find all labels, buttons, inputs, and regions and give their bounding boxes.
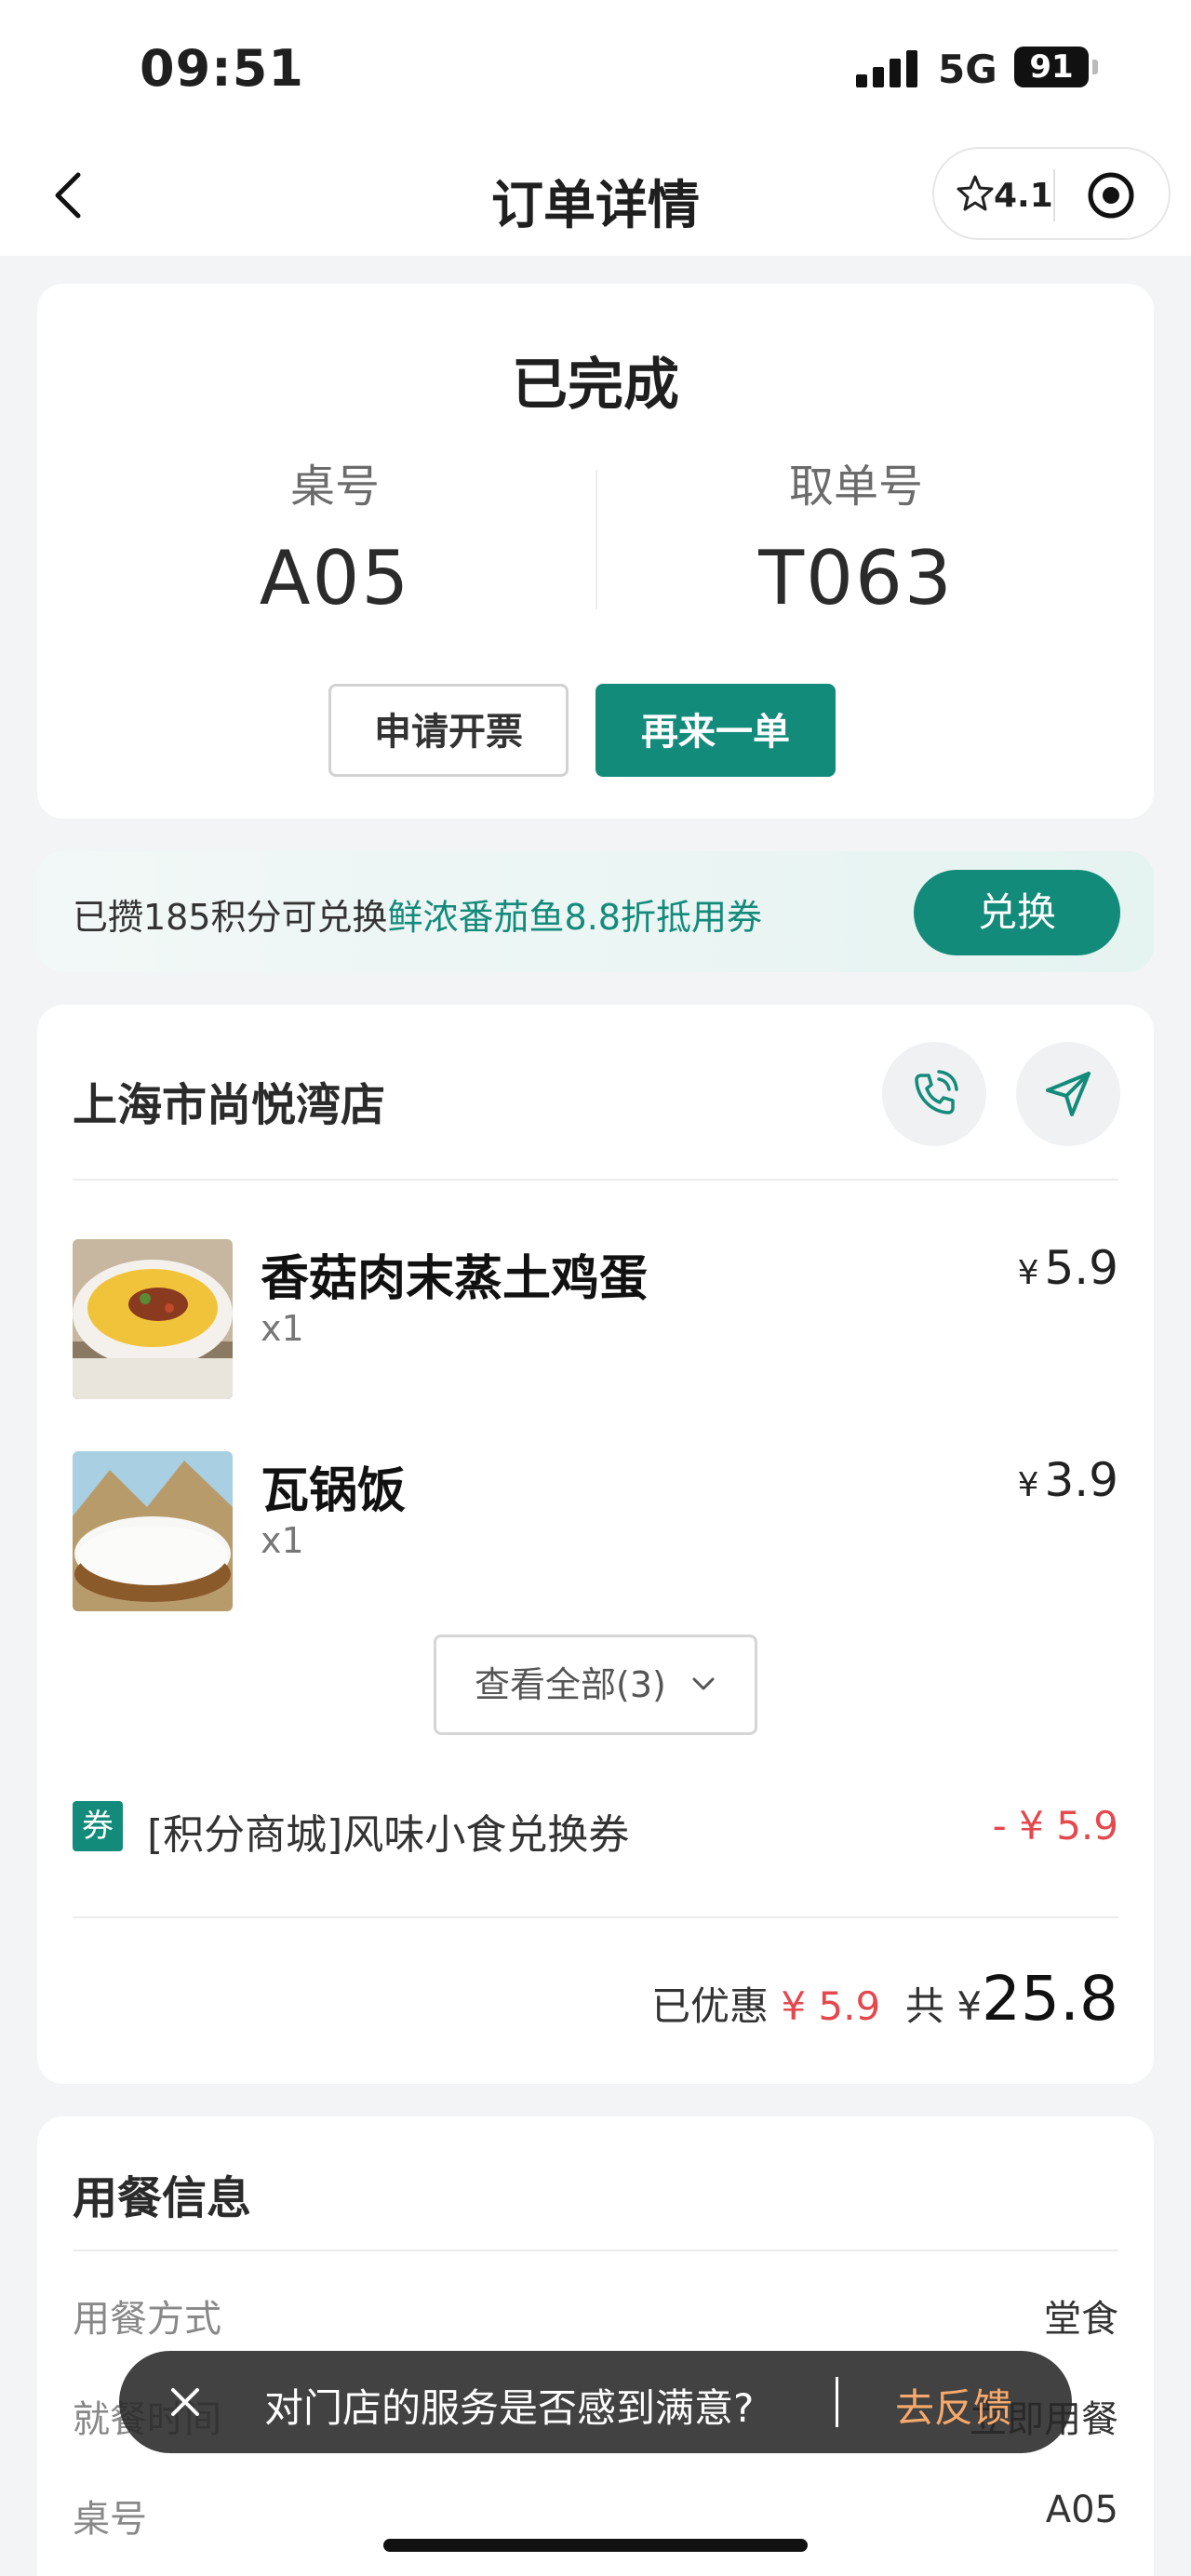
total-currency: ¥ xyxy=(957,1983,983,2029)
dining-key: 用餐方式 xyxy=(73,2298,221,2341)
discount-value: ¥ 5.9 xyxy=(781,1983,881,2029)
dining-row: 用餐方式 堂食 xyxy=(73,2289,1118,2344)
navigation-bar: 订单详情 4.1 xyxy=(0,140,1191,256)
coupon-name: [积分商城]风味小食兑换券 xyxy=(147,1811,630,1859)
table-number-label: 桌号 xyxy=(289,460,380,513)
dining-value: 堂食 xyxy=(1044,2298,1118,2341)
dining-row: 桌号 A05 xyxy=(73,2489,1118,2544)
store-name[interactable]: 上海市尚悦湾店 xyxy=(73,1068,385,1133)
chevron-down-icon xyxy=(692,1677,715,1689)
clay-pot-rice-image xyxy=(73,1451,233,1611)
call-store-button[interactable] xyxy=(882,1042,986,1146)
coupon-row: 券 [积分商城]风味小食兑换券 - ¥ 5.9 xyxy=(73,1797,1118,1859)
dining-info-card: 用餐信息 用餐方式 堂食 就餐时间 立即用餐 桌号 A05 xyxy=(37,2116,1154,2576)
pickup-number-block: 取单号 T063 xyxy=(596,449,1117,621)
redeem-button[interactable]: 兑换 xyxy=(914,870,1120,955)
order-status-card: 已完成 桌号 A05 取单号 T063 申请开票 再来一单 xyxy=(37,284,1154,819)
points-balance-text: 已攒185积分可兑换 xyxy=(73,897,388,938)
order-detail-page: 09:51 5G 91 订单详情 4.1 已完成 桌号 A05 取单号 T063… xyxy=(0,0,1191,2576)
order-items-card: 上海市尚悦湾店 香菇肉末蒸土鸡蛋 x1 ¥ 5.9 瓦锅饭 x1 ¥ 3.9 查… xyxy=(37,1005,1154,2084)
order-total: 已优惠 ¥ 5.9 共 ¥25.8 xyxy=(651,1963,1118,2035)
view-all-label: 查看全部(3) xyxy=(475,1664,666,1705)
coupon-amount: - ¥ 5.9 xyxy=(992,1803,1118,1849)
pickup-number-value: T063 xyxy=(758,535,954,621)
dining-value: A05 xyxy=(1045,2489,1118,2531)
currency-symbol: ¥ xyxy=(1017,1254,1039,1292)
toast-separator xyxy=(836,2377,838,2427)
currency-symbol: ¥ xyxy=(1017,1466,1039,1504)
feedback-action-link[interactable]: 去反馈 xyxy=(895,2377,1012,2434)
signal-icon xyxy=(856,48,921,87)
points-text: 已攒185积分可兑换鲜浓番茄鱼8.8折抵用券 xyxy=(73,888,762,940)
navigation-arrow-icon xyxy=(1046,1072,1091,1116)
battery-icon: 91 xyxy=(1014,47,1089,87)
star-icon[interactable] xyxy=(955,173,996,214)
navigate-store-button[interactable] xyxy=(1016,1042,1120,1146)
battery-tip xyxy=(1092,60,1098,74)
dining-info-title: 用餐信息 xyxy=(73,2172,252,2224)
capsule-divider xyxy=(1053,169,1055,221)
discount-label: 已优惠 xyxy=(650,1983,769,2029)
points-coupon-text[interactable]: 鲜浓番茄鱼8.8折抵用券 xyxy=(388,897,762,938)
item-name: 香菇肉末蒸土鸡蛋 xyxy=(261,1251,649,1307)
view-all-button[interactable]: 查看全部(3) xyxy=(434,1635,757,1735)
home-indicator[interactable] xyxy=(383,2539,808,2552)
mini-program-capsule: 4.1 xyxy=(932,147,1171,240)
table-number-value: A05 xyxy=(259,535,411,621)
feedback-message: 对门店的服务是否感到满意? xyxy=(264,2385,755,2431)
rating-value[interactable]: 4.1 xyxy=(994,177,1053,215)
dining-divider xyxy=(73,2249,1118,2251)
order-item[interactable]: 香菇肉末蒸土鸡蛋 x1 ¥5.9 xyxy=(73,1239,1118,1399)
status-time: 09:51 xyxy=(140,39,304,98)
steamed-egg-image xyxy=(73,1239,233,1399)
status-bar: 09:51 5G 91 xyxy=(0,0,1191,140)
total-divider xyxy=(73,1916,1118,1918)
item-price: ¥5.9 xyxy=(1018,1241,1118,1295)
item-price: ¥3.9 xyxy=(1018,1453,1118,1507)
order-status: 已完成 xyxy=(512,353,679,418)
feedback-toast: 对门店的服务是否感到满意? 去反馈 xyxy=(119,2351,1072,2453)
total-value: 25.8 xyxy=(982,1963,1118,2035)
phone-icon xyxy=(915,1070,958,1114)
order-item[interactable]: 瓦锅饭 x1 ¥3.9 xyxy=(73,1451,1118,1611)
reorder-button[interactable]: 再来一单 xyxy=(596,684,836,777)
pickup-number-label: 取单号 xyxy=(788,460,923,513)
close-target-icon[interactable] xyxy=(1087,171,1135,220)
store-divider xyxy=(73,1179,1118,1181)
item-quantity: x1 xyxy=(261,1520,304,1561)
network-type: 5G xyxy=(938,47,997,92)
points-banner: 已攒185积分可兑换鲜浓番茄鱼8.8折抵用券 兑换 xyxy=(37,851,1154,972)
coupon-tag: 券 xyxy=(73,1801,123,1851)
apply-invoice-button[interactable]: 申请开票 xyxy=(328,684,569,777)
total-label: 共 xyxy=(904,1983,944,2029)
item-name: 瓦锅饭 xyxy=(261,1463,407,1519)
dining-key: 桌号 xyxy=(73,2498,147,2541)
item-quantity: x1 xyxy=(261,1308,304,1349)
table-number-block: 桌号 A05 xyxy=(74,449,596,621)
item-price-value: 3.9 xyxy=(1044,1453,1118,1507)
item-price-value: 5.9 xyxy=(1044,1241,1118,1295)
close-icon[interactable] xyxy=(164,2381,207,2423)
